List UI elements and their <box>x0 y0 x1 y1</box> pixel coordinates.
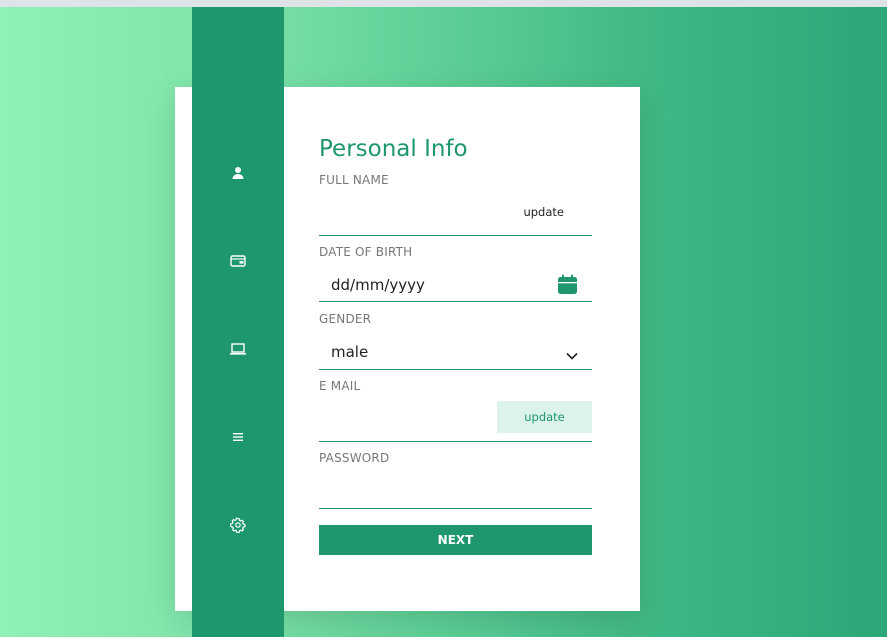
update-email-button[interactable]: update <box>497 401 592 433</box>
next-button[interactable]: NEXT <box>319 525 592 555</box>
wallet-icon <box>230 254 246 268</box>
date-of-birth-label: DATE OF BIRTH <box>319 245 413 259</box>
full-name-label: FULL NAME <box>319 173 389 187</box>
sidebar-item-profile[interactable] <box>192 153 284 193</box>
chevron-down-icon <box>566 345 578 364</box>
update-name-button[interactable]: update <box>523 205 564 219</box>
sidebar-item-devices[interactable] <box>192 329 284 369</box>
sidebar <box>192 7 284 637</box>
sidebar-item-menu[interactable] <box>192 417 284 457</box>
full-name-field[interactable]: update <box>319 195 592 236</box>
laptop-icon <box>229 342 247 356</box>
password-label: PASSWORD <box>319 451 390 465</box>
email-label: E MAIL <box>319 379 361 393</box>
gear-icon <box>230 517 246 533</box>
user-icon <box>231 166 245 180</box>
date-of-birth-value: dd/mm/yyyy <box>331 276 425 294</box>
browser-top-strip <box>0 0 887 7</box>
calendar-icon[interactable] <box>557 274 578 299</box>
email-field[interactable]: update <box>319 401 592 442</box>
gender-select[interactable]: male <box>319 333 592 370</box>
sidebar-item-wallet[interactable] <box>192 241 284 281</box>
page-title: Personal Info <box>319 136 468 162</box>
gender-selected-value: male <box>331 343 369 361</box>
gender-label: GENDER <box>319 312 372 326</box>
sidebar-item-settings[interactable] <box>192 505 284 545</box>
date-of-birth-field[interactable]: dd/mm/yyyy <box>319 266 592 302</box>
password-field[interactable] <box>319 472 592 509</box>
menu-icon <box>231 431 245 443</box>
